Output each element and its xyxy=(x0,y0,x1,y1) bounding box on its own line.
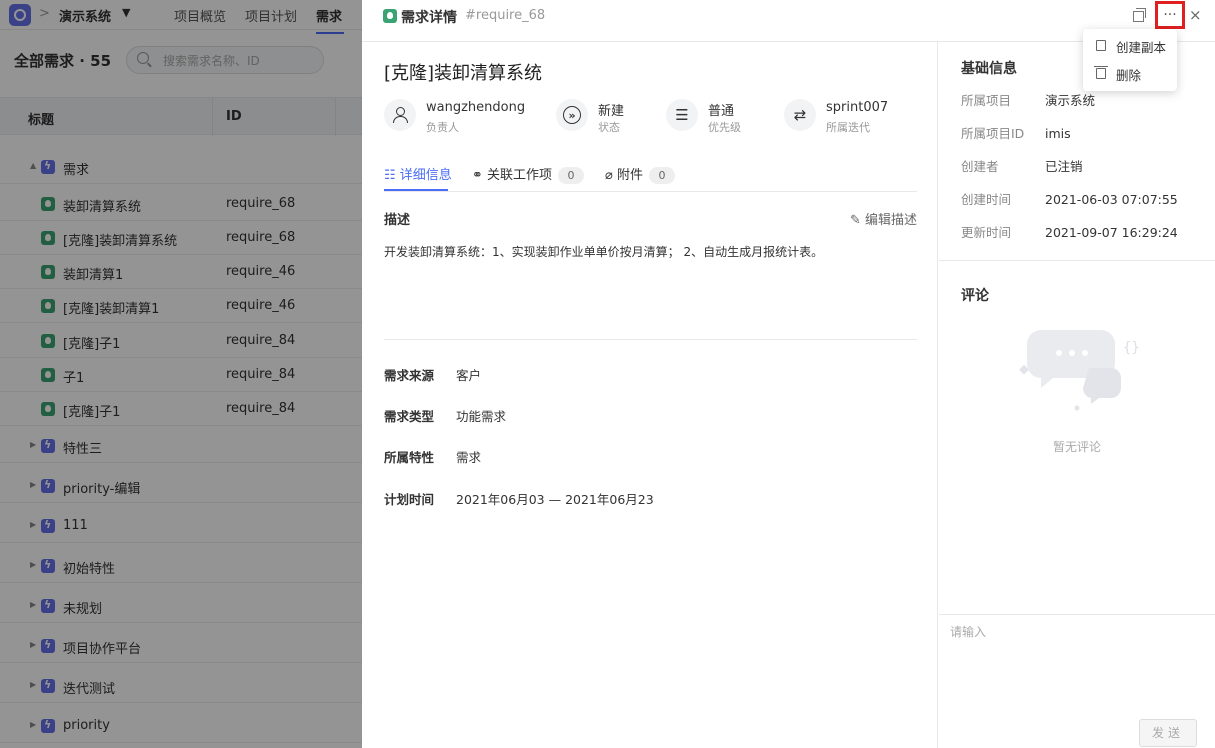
tab-active-indicator xyxy=(384,189,448,191)
tab-related-items[interactable]: ⚭ 关联工作项 0 xyxy=(472,164,585,184)
detail-tabs: ☷ 详细信息 ⚭ 关联工作项 0 ⌀ 附件 0 xyxy=(384,160,917,192)
edit-icon: ✎ xyxy=(850,213,866,228)
svg-text:{}: {} xyxy=(1123,340,1139,356)
field-value: 2021年06月03 — 2021年06月23 xyxy=(456,492,654,507)
copy-icon[interactable] xyxy=(1133,8,1146,22)
field-plan-time[interactable]: 计划时间 2021年06月03 — 2021年06月23 xyxy=(384,489,654,508)
requirement-icon xyxy=(383,9,397,23)
tab-attachments-label: 附件 xyxy=(616,168,643,183)
field-value: 功能需求 xyxy=(456,409,507,424)
info-value: 2021-09-07 16:29:24 xyxy=(1045,225,1178,240)
edit-description-button[interactable]: ✎ 编辑描述 xyxy=(850,209,917,228)
info-updated-time: 更新时间 2021-09-07 16:29:24 xyxy=(961,222,1178,241)
count-badge: 0 xyxy=(648,167,675,184)
empty-comment-illustration-icon: {} xyxy=(1019,330,1139,411)
comment-title: 评论 xyxy=(961,288,989,304)
trash-icon xyxy=(1094,66,1108,79)
drawer-title: 需求详情 xyxy=(401,10,457,26)
comment-placeholder: 请输入 xyxy=(950,625,987,639)
status-label: 状态 xyxy=(598,121,620,134)
close-icon[interactable]: × xyxy=(1189,6,1202,24)
field-label: 计划时间 xyxy=(384,492,435,507)
priority-label: 优先级 xyxy=(708,121,741,134)
tab-related-label: 关联工作项 xyxy=(487,168,553,183)
comment-input[interactable]: 请输入 发送 xyxy=(939,614,1215,748)
empty-comment-text: 暂无评论 xyxy=(1052,440,1101,454)
info-creator: 创建者 已注销 xyxy=(961,156,1083,175)
info-created-time: 创建时间 2021-06-03 07:07:55 xyxy=(961,189,1178,208)
count-badge: 0 xyxy=(558,167,585,184)
paperclip-icon: ⌀ xyxy=(605,168,617,183)
list-icon: ☷ xyxy=(384,168,400,183)
detail-main-column: [克隆]装卸清算系统 wangzhendong 负责人 » 新建 状态 ☰ 普通… xyxy=(362,42,938,748)
basic-info-title: 基础信息 xyxy=(961,61,1017,77)
field-feature[interactable]: 所属特性 需求 xyxy=(384,447,481,466)
priority-value: 普通 xyxy=(708,104,735,119)
info-label: 创建者 xyxy=(961,159,999,174)
link-icon: ⚭ xyxy=(472,168,488,183)
more-button[interactable]: ··· xyxy=(1155,1,1185,29)
status-icon: » xyxy=(556,99,588,131)
status-value: 新建 xyxy=(598,104,625,119)
info-label: 所属项目ID xyxy=(961,126,1025,141)
requirement-detail-drawer: 需求详情 #require_68 ··· × [克隆]装卸清算系统 wangzh… xyxy=(362,0,1215,748)
info-project: 所属项目 演示系统 xyxy=(961,90,1095,109)
menu-item-label: 创建副本 xyxy=(1116,40,1167,55)
divider xyxy=(939,260,1215,261)
info-label: 所属项目 xyxy=(961,93,1012,108)
modal-overlay[interactable] xyxy=(0,0,362,748)
tab-details[interactable]: ☷ 详细信息 xyxy=(384,164,452,183)
tab-details-label: 详细信息 xyxy=(399,168,452,183)
user-icon xyxy=(384,99,416,131)
duplicate-icon xyxy=(1096,40,1106,51)
field-label: 需求来源 xyxy=(384,368,435,383)
menu-item-duplicate[interactable]: 创建副本 xyxy=(1083,32,1177,60)
detail-side-column: 基础信息 所属项目 演示系统 所属项目ID imis 创建者 已注销 创建时间 2021… xyxy=(939,42,1215,748)
priority-icon: ☰ xyxy=(666,99,698,131)
menu-item-label: 删除 xyxy=(1116,68,1142,83)
iteration-label: 所属迭代 xyxy=(826,121,870,134)
info-value: 2021-06-03 07:07:55 xyxy=(1045,192,1178,207)
info-value: 已注销 xyxy=(1045,159,1083,174)
field-source[interactable]: 需求来源 客户 xyxy=(384,365,481,384)
info-value: imis xyxy=(1045,126,1071,141)
info-label: 更新时间 xyxy=(961,225,1012,240)
description-title: 描述 xyxy=(384,213,411,228)
field-value: 需求 xyxy=(456,450,482,465)
field-label: 需求类型 xyxy=(384,409,435,424)
field-value: 客户 xyxy=(456,368,482,383)
info-label: 创建时间 xyxy=(961,192,1012,207)
more-actions-menu: 创建副本 删除 xyxy=(1083,29,1177,91)
description-text[interactable]: 开发装卸清算系统：1、实现装卸作业单单价按月清算； 2、自动生成月报统计表。 xyxy=(384,243,823,260)
tab-attachments[interactable]: ⌀ 附件 0 xyxy=(605,164,675,184)
iteration-icon: ⇄ xyxy=(784,99,816,131)
info-value: 演示系统 xyxy=(1045,93,1096,108)
assignee-value: wangzhendong xyxy=(426,100,526,115)
send-button[interactable]: 发送 xyxy=(1139,719,1197,747)
iteration-value: sprint007 xyxy=(826,100,889,115)
requirement-title[interactable]: [克隆]装卸清算系统 xyxy=(384,59,542,85)
field-type[interactable]: 需求类型 功能需求 xyxy=(384,406,506,425)
info-project-id: 所属项目ID imis xyxy=(961,123,1071,142)
menu-item-delete[interactable]: 删除 xyxy=(1083,60,1177,88)
requirement-id: #require_68 xyxy=(465,8,546,23)
assignee-label: 负责人 xyxy=(426,121,459,134)
edit-description-label: 编辑描述 xyxy=(865,213,918,228)
field-label: 所属特性 xyxy=(384,450,435,465)
divider xyxy=(384,339,917,340)
more-icon: ··· xyxy=(1163,7,1177,23)
